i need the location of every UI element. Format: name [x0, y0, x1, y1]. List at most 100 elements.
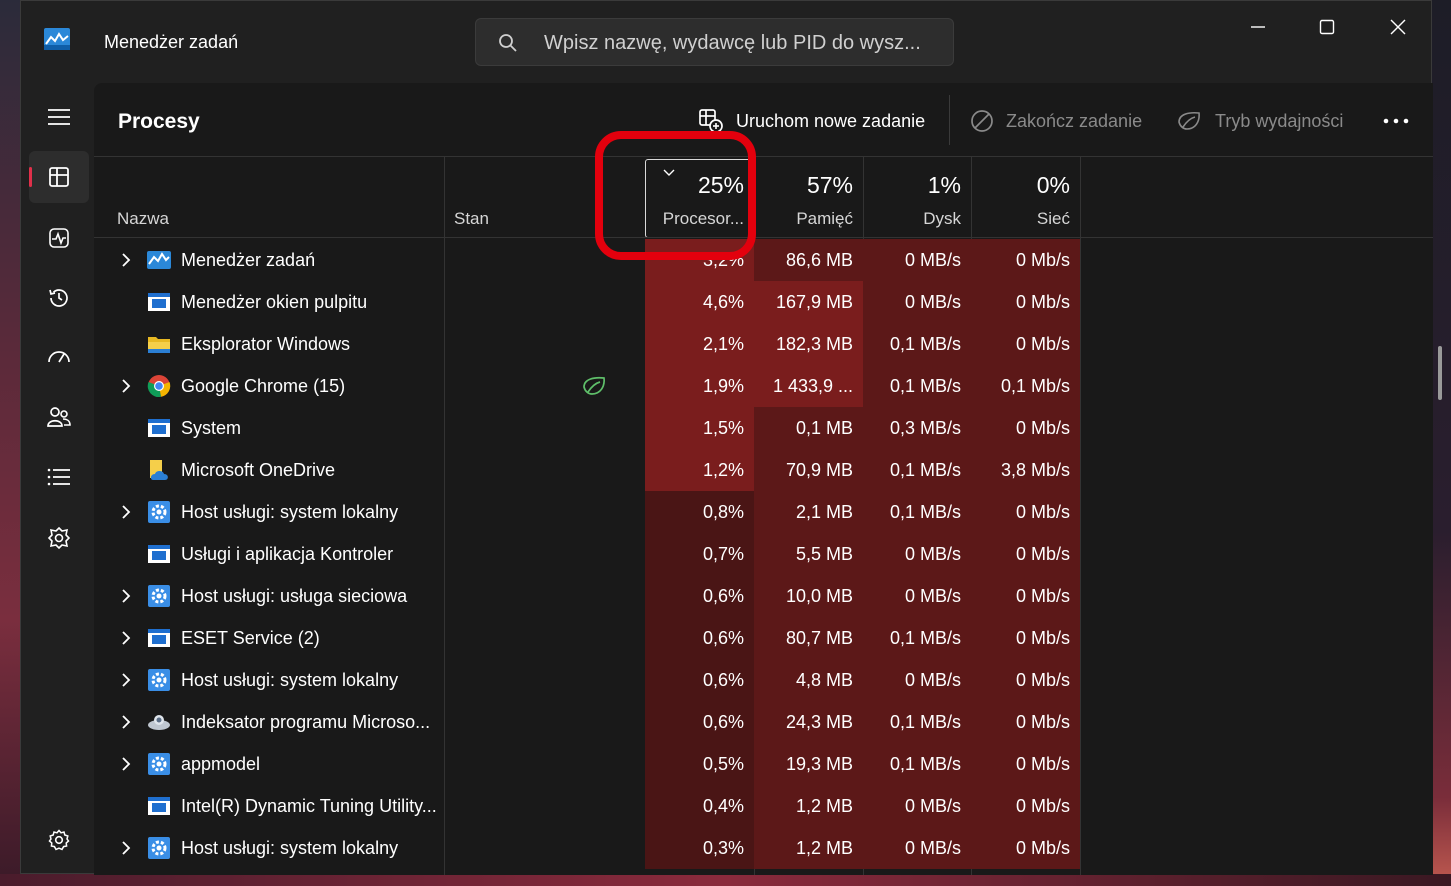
network-value: 0 Mb/s	[971, 701, 1080, 743]
users-icon	[47, 407, 71, 427]
close-button[interactable]	[1369, 9, 1427, 45]
gear-icon	[48, 829, 70, 851]
chevron-right-icon[interactable]	[118, 840, 134, 856]
process-row[interactable]: Indeksator programu Microso... 0,6% 24,3 M…	[94, 701, 1433, 743]
process-row[interactable]: Eksplorator Windows 2,1% 182,3 MB 0,1 MB/s 0…	[94, 323, 1433, 365]
minimize-icon	[1251, 26, 1265, 28]
process-row[interactable]: System 1,5% 0,1 MB 0,3 MB/s 0 Mb/s	[94, 407, 1433, 449]
process-row[interactable]: Menedżer okien pulpitu 4,6% 167,9 MB 0 MB/s…	[94, 281, 1433, 323]
process-name: Google Chrome (15)	[181, 376, 346, 396]
cpu-value: 1,2%	[645, 449, 754, 491]
process-name: Indeksator programu Microso...	[181, 712, 431, 732]
disk-value: 0,1 MB/s	[863, 365, 971, 407]
chevron-right-icon[interactable]	[118, 630, 134, 646]
window-app-icon	[148, 629, 170, 647]
column-header-network[interactable]: 0% Sieć	[971, 157, 1080, 239]
nav-users[interactable]	[29, 391, 89, 443]
end-task-button[interactable]: Zakończ zadanie	[970, 105, 1142, 137]
process-name: Intel(R) Dynamic Tuning Utility...	[181, 796, 437, 816]
search-box[interactable]	[475, 18, 954, 66]
process-name: Host usługi: system lokalny	[181, 670, 399, 690]
nav-app-history[interactable]	[29, 272, 89, 324]
details-icon	[47, 468, 70, 486]
process-row[interactable]: Usługi i aplikacja Kontroler 0,7% 5,5 MB 0 …	[94, 533, 1433, 575]
taskmanager-app-icon	[44, 28, 70, 50]
efficiency-mode-button[interactable]: Tryb wydajności	[1177, 105, 1343, 137]
disk-value: 0 MB/s	[863, 281, 971, 323]
memory-value: 167,9 MB	[754, 281, 863, 323]
network-column-label: Sieć	[1036, 209, 1070, 228]
nav-startup-apps[interactable]	[29, 331, 89, 383]
chevron-right-icon[interactable]	[118, 756, 134, 772]
close-icon	[1390, 19, 1406, 35]
process-row[interactable]: Host usługi: system lokalny 0,6% 4,8 MB 0 M…	[94, 659, 1433, 701]
efficiency-mode-label: Tryb wydajności	[1215, 110, 1344, 131]
desktop-background-left	[0, 0, 20, 886]
chevron-right-icon[interactable]	[118, 588, 134, 604]
column-header-disk[interactable]: 1% Dysk	[863, 157, 971, 239]
more-options-button[interactable]	[1376, 105, 1416, 137]
network-value: 0 Mb/s	[971, 281, 1080, 323]
disk-total-percent: 1%	[927, 172, 961, 198]
window-app-icon	[148, 797, 170, 815]
memory-total-percent: 57%	[806, 172, 853, 198]
column-name-label: Nazwa	[117, 209, 169, 228]
service-gear-icon	[148, 669, 170, 691]
process-row[interactable]: Microsoft OneDrive 1,2% 70,9 MB 0,1 MB/s 3,8…	[94, 449, 1433, 491]
memory-value: 1,2 MB	[754, 785, 863, 827]
process-row[interactable]: Host usługi: system lokalny 0,3% 1,2 MB 0 M…	[94, 827, 1433, 869]
disk-value: 0,1 MB/s	[863, 449, 971, 491]
process-name: Menedżer okien pulpitu	[181, 292, 368, 312]
window-app-icon	[148, 419, 170, 437]
processes-icon	[49, 167, 69, 187]
nav-settings[interactable]	[29, 814, 89, 866]
chevron-right-icon[interactable]	[118, 504, 134, 520]
cpu-value: 0,6%	[645, 617, 754, 659]
maximize-button[interactable]	[1298, 9, 1356, 45]
window-title: Menedżer zadań	[104, 32, 239, 52]
memory-value: 1,2 MB	[754, 827, 863, 869]
process-name: System	[181, 418, 242, 438]
chevron-right-icon[interactable]	[118, 252, 134, 268]
process-row[interactable]: Host usługi: system lokalny 0,8% 2,1 MB 0,1…	[94, 491, 1433, 533]
search-input[interactable]	[544, 29, 944, 57]
process-row[interactable]: appmodel 0,5% 19,3 MB 0,1 MB/s 0 Mb/s	[94, 743, 1433, 785]
network-value: 0 Mb/s	[971, 533, 1080, 575]
chevron-right-icon[interactable]	[118, 378, 134, 394]
nav-details[interactable]	[29, 451, 89, 503]
memory-value: 182,3 MB	[754, 323, 863, 365]
vertical-scrollbar[interactable]	[1438, 346, 1442, 400]
cpu-value: 0,3%	[645, 827, 754, 869]
nav-performance[interactable]	[29, 212, 89, 264]
memory-value: 2,1 MB	[754, 491, 863, 533]
disk-value: 0 MB/s	[863, 533, 971, 575]
window-app-icon	[148, 293, 170, 311]
chevron-right-icon[interactable]	[118, 714, 134, 730]
end-task-label: Zakończ zadanie	[1006, 110, 1143, 131]
cpu-value: 0,6%	[645, 659, 754, 701]
process-row[interactable]: ESET Service (2) 0,6% 80,7 MB 0,1 MB/s 0 Mb/…	[94, 617, 1433, 659]
folder-icon	[148, 337, 170, 353]
process-row[interactable]: Host usługi: usługa sieciowa 0,6% 10,0 MB 0…	[94, 575, 1433, 617]
network-value: 0 Mb/s	[971, 743, 1080, 785]
process-row[interactable]: Intel(R) Dynamic Tuning Utility... 0,4% 1,…	[94, 785, 1433, 827]
nav-services[interactable]	[29, 512, 89, 564]
nav-processes[interactable]	[29, 151, 89, 203]
column-header-memory[interactable]: 57% Pamięć	[754, 157, 863, 239]
more-icon	[1383, 118, 1409, 124]
process-row[interactable]: Menedżer zadań 3,2% 86,6 MB 0 MB/s 0 Mb/s	[94, 239, 1433, 281]
disk-value: 0,1 MB/s	[863, 491, 971, 533]
disk-value: 0,1 MB/s	[863, 701, 971, 743]
process-row[interactable]: Google Chrome (15) 1,9% 1 433,9 ... 0,1 MB/…	[94, 365, 1433, 407]
minimize-button[interactable]	[1229, 9, 1287, 45]
memory-value: 70,9 MB	[754, 449, 863, 491]
efficiency-leaf-icon	[583, 376, 605, 395]
network-value: 0 Mb/s	[971, 617, 1080, 659]
cpu-value: 0,7%	[645, 533, 754, 575]
chevron-right-icon[interactable]	[118, 672, 134, 688]
column-header-name[interactable]: Nazwa	[94, 157, 444, 239]
hamburger-menu-button[interactable]	[29, 91, 89, 143]
disk-value: 0 MB/s	[863, 575, 971, 617]
title-bar[interactable]: Menedżer zadań	[21, 1, 1431, 83]
memory-value: 19,3 MB	[754, 743, 863, 785]
